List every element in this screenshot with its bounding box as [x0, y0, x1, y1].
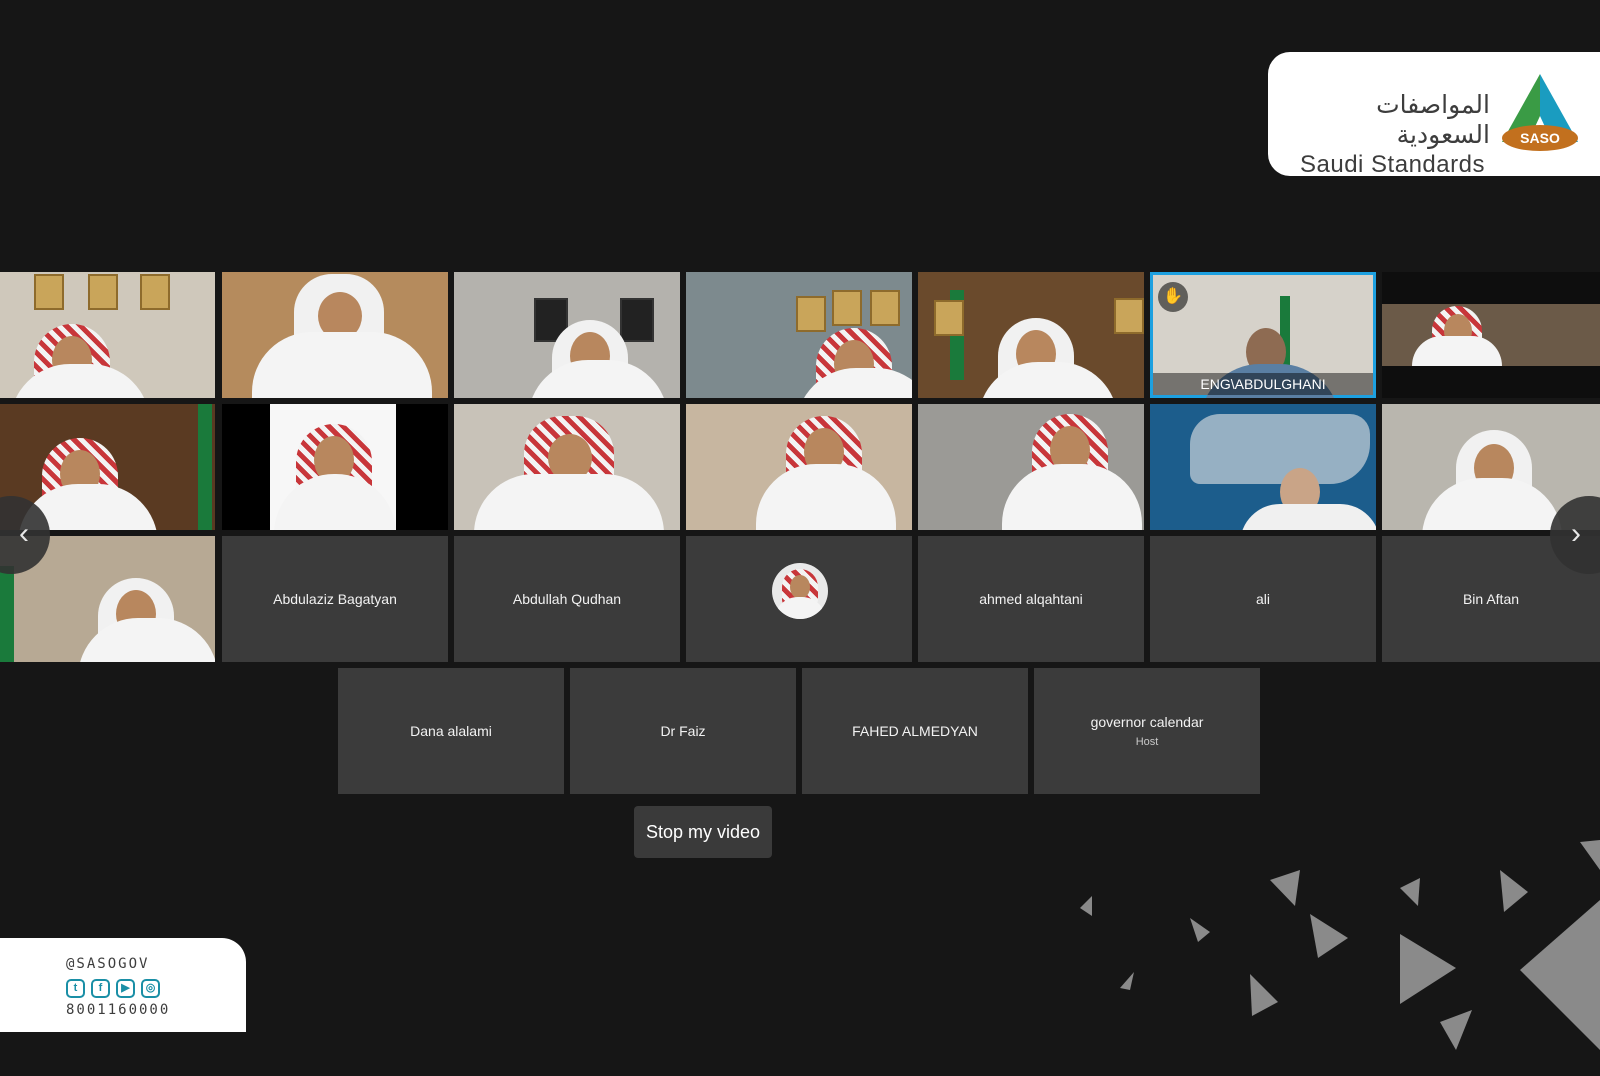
chevron-right-icon: ›	[1571, 517, 1581, 550]
logo-arabic-name: المواصفات السعودية	[1376, 90, 1490, 149]
participant-name: FAHED ALMEDYAN	[852, 723, 978, 739]
social-card: @SASOGOV t f ▶ ◎ 8001160000	[0, 938, 246, 1032]
participant-name: Abdulaziz Bagatyan	[273, 591, 397, 607]
participant-name: ahmed alqahtani	[979, 591, 1083, 607]
logo-english-name: Saudi Standards	[1300, 151, 1485, 178]
instagram-icon[interactable]: ◎	[141, 979, 160, 998]
participant-tile[interactable]: ahmed alqahtani	[918, 536, 1144, 662]
participant-tile[interactable]: ali	[1150, 536, 1376, 662]
participant-tile[interactable]: Abdullah Qudhan	[454, 536, 680, 662]
saso-logo-card: المواصفات السعودية Saudi Standards SASO	[1268, 52, 1600, 178]
participant-grid: ✋ ENG\ABDULGHANI Abdulaziz Bagatyan Abdu…	[0, 272, 1600, 800]
participant-name: governor calendar	[1090, 714, 1204, 730]
video-tile[interactable]	[454, 404, 680, 530]
video-tile[interactable]	[222, 272, 448, 398]
video-tile[interactable]	[686, 272, 912, 398]
social-icons: t f ▶ ◎	[66, 979, 160, 998]
host-label: Host	[1135, 736, 1159, 748]
participant-tile[interactable]: Dr Faiz	[570, 668, 796, 794]
video-tile[interactable]	[918, 404, 1144, 530]
raise-hand-icon: ✋	[1158, 282, 1188, 312]
video-tile[interactable]	[1150, 404, 1376, 530]
youtube-icon[interactable]: ▶	[116, 979, 135, 998]
saso-logo-icon: SASO	[1502, 74, 1578, 151]
twitter-icon[interactable]: t	[66, 979, 85, 998]
video-tile[interactable]	[222, 404, 448, 530]
video-tile[interactable]	[918, 272, 1144, 398]
decorative-triangles	[1080, 840, 1600, 1050]
video-tile[interactable]	[686, 404, 912, 530]
participant-tile[interactable]: FAHED ALMEDYAN	[802, 668, 1028, 794]
participant-tile[interactable]	[686, 536, 912, 662]
participant-name-block: governor calendar Host	[1034, 714, 1260, 748]
active-speaker-name: ENG\ABDULGHANI	[1153, 373, 1373, 395]
video-tile[interactable]	[0, 272, 215, 398]
social-handle: @SASOGOV	[66, 956, 150, 972]
participant-avatar	[772, 563, 828, 619]
video-tile[interactable]	[1382, 272, 1600, 398]
logo-text: المواصفات السعودية Saudi Standards	[1300, 90, 1490, 180]
participant-tile[interactable]: Dana alalami	[338, 668, 564, 794]
stop-my-video-button[interactable]: Stop my video	[634, 806, 772, 858]
active-speaker-tile[interactable]: ✋ ENG\ABDULGHANI	[1150, 272, 1376, 398]
chevron-left-icon: ‹	[19, 517, 29, 550]
participant-name: ali	[1255, 591, 1270, 607]
participant-name: Dana alalami	[410, 723, 492, 739]
participant-name: Abdullah Qudhan	[512, 591, 622, 607]
phone-number: 8001160000	[66, 1002, 171, 1018]
video-tile[interactable]	[454, 272, 680, 398]
participant-tile-host[interactable]: governor calendar Host	[1034, 668, 1260, 794]
participant-tile[interactable]: Abdulaziz Bagatyan	[222, 536, 448, 662]
facebook-icon[interactable]: f	[91, 979, 110, 998]
participant-name: Bin Aftan	[1462, 591, 1520, 607]
participant-name: Dr Faiz	[660, 723, 706, 739]
logo-badge-text: SASO	[1520, 130, 1560, 146]
